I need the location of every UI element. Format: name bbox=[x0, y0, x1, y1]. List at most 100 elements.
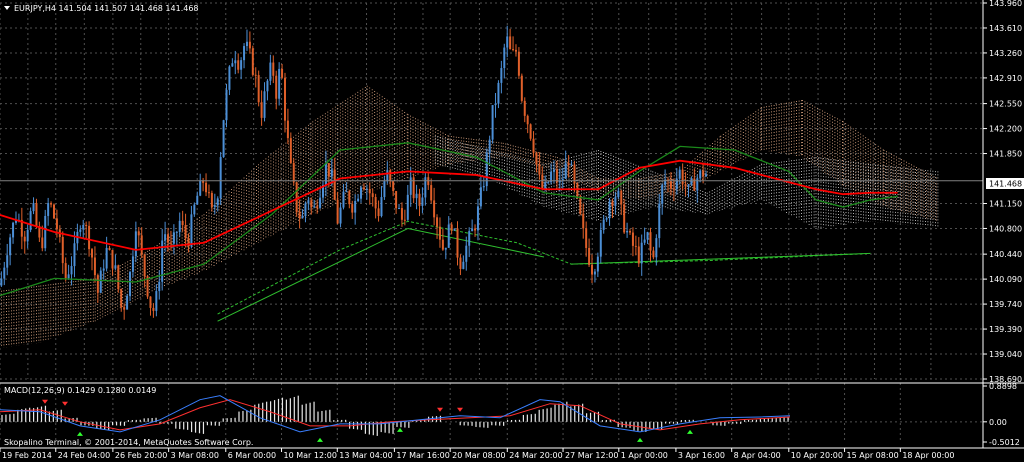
candle-body bbox=[623, 204, 626, 233]
time-tick-label: 24 Mar 20:00 bbox=[509, 451, 562, 460]
candle-body bbox=[85, 224, 88, 226]
candle-body bbox=[243, 46, 246, 61]
chart-window[interactable]: 143.960 143.610 143.260 142.910 142.550 142.2… bbox=[0, 0, 1024, 462]
candle-body bbox=[476, 206, 479, 231]
price-tick-label: 141.150 bbox=[989, 199, 1022, 208]
time-tick-label: 10 Mar 12:00 bbox=[284, 451, 337, 460]
candle-body bbox=[237, 60, 240, 70]
arrow-up-icon bbox=[77, 431, 83, 436]
candle-body bbox=[362, 187, 365, 190]
candle-body bbox=[120, 289, 123, 308]
candle-body bbox=[588, 247, 591, 265]
candle-body bbox=[26, 229, 29, 242]
time-tick-label: 15 Apr 08:00 bbox=[847, 451, 899, 460]
candle-body bbox=[652, 250, 655, 258]
candle-body bbox=[672, 188, 675, 190]
candle-body bbox=[210, 192, 213, 208]
candle-body bbox=[193, 204, 196, 215]
chevron-down-icon[interactable] bbox=[4, 6, 10, 10]
candle-body bbox=[430, 185, 433, 201]
candle-body bbox=[517, 51, 520, 76]
candle-body bbox=[392, 181, 395, 192]
candle-body bbox=[357, 198, 360, 202]
candle-body bbox=[41, 237, 44, 249]
candle-body bbox=[696, 178, 699, 191]
candle-body bbox=[64, 263, 67, 279]
candle-body bbox=[240, 60, 243, 70]
candle-body bbox=[365, 188, 368, 190]
candle-body bbox=[611, 201, 614, 206]
candle-body bbox=[99, 270, 102, 293]
candle-body bbox=[690, 178, 693, 185]
candle-body bbox=[494, 103, 497, 106]
candle-body bbox=[339, 207, 342, 224]
candle-body bbox=[617, 190, 620, 198]
arrow-down-icon bbox=[437, 407, 443, 412]
time-tick-label: 19 Feb 2014 bbox=[2, 451, 52, 460]
candle-body bbox=[523, 100, 526, 116]
candle-body bbox=[400, 208, 403, 220]
price-tick-label: 142.910 bbox=[989, 74, 1022, 83]
time-tick-label: 10 Apr 20:00 bbox=[791, 451, 843, 460]
macd-main-line bbox=[0, 395, 791, 433]
candle-body bbox=[456, 228, 459, 258]
candle-body bbox=[225, 89, 228, 121]
candle-body bbox=[137, 231, 140, 236]
candle-body bbox=[626, 230, 629, 233]
candle-body bbox=[526, 115, 529, 125]
price-tick-label: 140.800 bbox=[989, 224, 1022, 233]
candle-body bbox=[544, 182, 547, 189]
candle-body bbox=[383, 181, 386, 198]
candle-body bbox=[687, 184, 690, 187]
candle-body bbox=[450, 224, 453, 231]
candle-body bbox=[579, 196, 582, 214]
candle-body bbox=[158, 281, 161, 292]
candle-body bbox=[129, 271, 132, 296]
candle-body bbox=[438, 226, 441, 240]
time-tick-label: 24 Feb 04:00 bbox=[58, 451, 110, 460]
arrow-up-icon bbox=[317, 437, 323, 442]
candle-body bbox=[360, 187, 363, 199]
candle-body bbox=[207, 192, 210, 194]
candle-body bbox=[643, 239, 646, 243]
candle-body bbox=[398, 208, 401, 210]
price-chart[interactable]: 143.960 143.610 143.260 142.910 142.550 142.2… bbox=[0, 0, 1024, 462]
candle-body bbox=[234, 60, 237, 64]
candle-body bbox=[520, 75, 523, 101]
candle-body bbox=[181, 220, 184, 226]
candle-body bbox=[263, 91, 266, 118]
time-tick-label: 8 Apr 04:00 bbox=[734, 451, 781, 460]
candle-body bbox=[50, 203, 53, 205]
candle-body bbox=[529, 124, 532, 139]
time-tick-label: 1 Apr 00:00 bbox=[621, 451, 668, 460]
candle-body bbox=[403, 219, 406, 221]
candle-body bbox=[418, 193, 421, 206]
candle-body bbox=[175, 231, 178, 233]
candle-body bbox=[509, 36, 512, 50]
candle-body bbox=[479, 187, 482, 207]
price-tick-label: 143.260 bbox=[989, 49, 1022, 58]
candle-body bbox=[377, 208, 380, 217]
candle-body bbox=[705, 174, 708, 177]
price-tick-label: 139.740 bbox=[989, 300, 1022, 309]
macd-tick-label: 0.00 bbox=[989, 418, 1007, 427]
ichimoku-cloud bbox=[0, 85, 939, 348]
price-tick-label: 142.200 bbox=[989, 125, 1022, 134]
price-tick-label: 140.090 bbox=[989, 275, 1022, 284]
candle-body bbox=[52, 204, 55, 219]
candle-body bbox=[73, 243, 76, 267]
candle-body bbox=[275, 75, 278, 99]
symbol-header: EURJPY,H4 141.504 141.507 141.468 141.46… bbox=[14, 4, 199, 13]
candle-body bbox=[386, 170, 389, 182]
candle-body bbox=[532, 138, 535, 153]
candle-body bbox=[629, 230, 632, 233]
candle-body bbox=[593, 271, 596, 275]
candle-body bbox=[351, 204, 354, 213]
candle-body bbox=[538, 164, 541, 175]
time-tick-label: 26 Feb 20:00 bbox=[115, 451, 167, 460]
candle-body bbox=[699, 170, 702, 179]
candle-body bbox=[649, 232, 652, 251]
candle-body bbox=[292, 163, 295, 183]
candle-body bbox=[143, 254, 146, 277]
candle-body bbox=[254, 74, 257, 76]
